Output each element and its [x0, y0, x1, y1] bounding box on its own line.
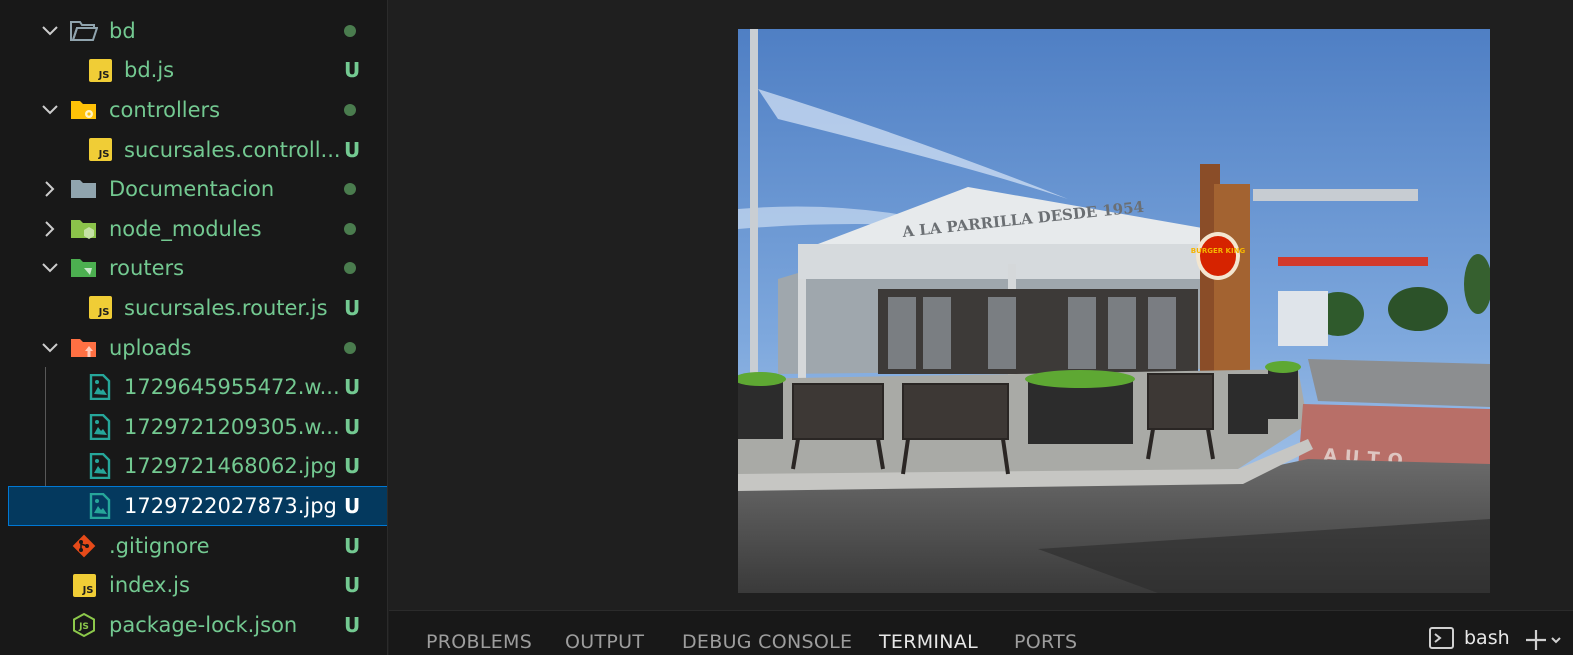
- tree-folder-row[interactable]: Documentacion: [8, 169, 387, 209]
- tree-file-row[interactable]: JS sucursales.controll... U: [8, 130, 387, 170]
- tree-item-label: bd.js: [124, 58, 175, 83]
- terminal-selector[interactable]: bash: [1429, 627, 1510, 649]
- tree-folder-row[interactable]: bd: [8, 11, 387, 51]
- tab-problems[interactable]: PROBLEMS: [426, 631, 532, 653]
- folder-upload-icon: [70, 334, 98, 362]
- git-status-badge: U: [344, 414, 361, 439]
- modified-dot-icon: [344, 24, 356, 37]
- git-status-badge: U: [344, 58, 361, 83]
- logo-text: BURGER KING: [1191, 247, 1246, 255]
- modified-dot-icon: [344, 183, 356, 196]
- modified-dot-icon: [344, 103, 356, 116]
- image-file-icon: [86, 452, 114, 480]
- tree-item-label: controllers: [109, 97, 221, 122]
- git-status-badge: U: [344, 573, 361, 598]
- tab-debug-console[interactable]: DEBUG CONSOLE: [682, 631, 852, 653]
- image-file-icon: [86, 492, 114, 520]
- git-status-badge: U: [344, 533, 361, 558]
- tab-terminal[interactable]: TERMINAL: [879, 631, 978, 653]
- tree-item-label: Documentacion: [109, 177, 275, 202]
- tree-item-label: uploads: [109, 335, 192, 360]
- modified-dot-icon: [344, 341, 356, 354]
- js-file-icon: JS: [86, 136, 114, 164]
- git-status-badge: U: [344, 454, 361, 479]
- modified-dot-icon: [344, 222, 356, 235]
- tree-item-label: 1729645955472.w...: [124, 375, 340, 400]
- tree-item-label: 1729721209305.w...: [124, 414, 340, 439]
- tree-folder-row[interactable]: routers: [8, 249, 387, 289]
- tree-item-label: 1729722027873.jpg: [124, 493, 337, 518]
- chevron-right-icon[interactable]: [37, 176, 63, 202]
- tree-item-label: sucursales.controll...: [124, 137, 341, 162]
- tab-ports[interactable]: PORTS: [1014, 631, 1077, 653]
- terminal-icon: [1429, 627, 1454, 649]
- js-file-icon: JS: [70, 571, 98, 599]
- tree-item-label: bd: [109, 18, 136, 43]
- tree-file-row[interactable]: JS index.js U: [8, 565, 387, 605]
- chevron-down-icon[interactable]: [37, 18, 63, 44]
- git-status-badge: U: [344, 295, 361, 320]
- nodejs-icon: JS: [70, 611, 98, 639]
- tree-item-label: routers: [109, 256, 185, 281]
- tree-file-row[interactable]: .gitignore U: [8, 526, 387, 566]
- tab-output[interactable]: OUTPUT: [565, 631, 644, 653]
- tree-file-row[interactable]: JS sucursales.router.js U: [8, 288, 387, 328]
- add-terminal-icon[interactable]: [1524, 628, 1564, 655]
- image-preview: A LA PARRILLA DESDE 1954 BURGER KING AUT…: [738, 29, 1490, 593]
- tree-item-label: 1729721468062.jpg: [124, 454, 337, 479]
- tree-item-label: node_modules: [109, 216, 262, 241]
- tree-item-label: sucursales.router.js: [124, 295, 328, 320]
- git-status-badge: U: [344, 137, 361, 162]
- tree-file-row[interactable]: 1729722027873.jpg U: [8, 486, 387, 526]
- chevron-down-icon[interactable]: [37, 97, 63, 123]
- modified-dot-icon: [344, 262, 356, 275]
- folder-open-icon: [70, 17, 98, 45]
- svg-text:JS: JS: [78, 622, 89, 632]
- js-file-icon: JS: [86, 294, 114, 322]
- tree-item-label: package-lock.json: [109, 612, 298, 637]
- panel-tab-bar: PROBLEMS OUTPUT DEBUG CONSOLE TERMINAL P…: [389, 610, 1573, 655]
- tree-file-row[interactable]: 1729721209305.w... U: [8, 407, 387, 447]
- terminal-label: bash: [1464, 627, 1510, 649]
- folder-icon: [70, 175, 98, 203]
- tree-file-row[interactable]: 1729721468062.jpg U: [8, 447, 387, 487]
- tree-file-row[interactable]: 1729645955472.w... U: [8, 367, 387, 407]
- image-file-icon: [86, 373, 114, 401]
- git-status-badge: U: [344, 612, 361, 637]
- image-preview-editor: A LA PARRILLA DESDE 1954 BURGER KING AUT…: [389, 0, 1573, 610]
- restaurant-photo: A LA PARRILLA DESDE 1954 BURGER KING AUT…: [738, 29, 1490, 593]
- js-file-icon: JS: [86, 56, 114, 84]
- git-status-badge: U: [344, 375, 361, 400]
- git-icon: [70, 532, 98, 560]
- folder-controllers-icon: [70, 96, 98, 124]
- tree-file-row[interactable]: JS bd.js U: [8, 51, 387, 91]
- tree-folder-row[interactable]: controllers: [8, 90, 387, 130]
- tree-item-label: index.js: [109, 573, 190, 598]
- folder-routes-icon: [70, 254, 98, 282]
- tree-folder-row[interactable]: uploads: [8, 328, 387, 368]
- folder-node-icon: [70, 215, 98, 243]
- chevron-down-icon[interactable]: [37, 255, 63, 281]
- tree-item-label: .gitignore: [109, 533, 210, 558]
- git-status-badge: U: [344, 493, 361, 518]
- chevron-down-icon[interactable]: [37, 335, 63, 361]
- explorer-sidebar: bd JS bd.js Ucontrollers JS sucursales.contro…: [0, 0, 388, 655]
- chevron-right-icon[interactable]: [37, 216, 63, 242]
- tree-file-row[interactable]: JS package-lock.json U: [8, 605, 387, 645]
- image-file-icon: [86, 413, 114, 441]
- tree-folder-row[interactable]: node_modules: [8, 209, 387, 249]
